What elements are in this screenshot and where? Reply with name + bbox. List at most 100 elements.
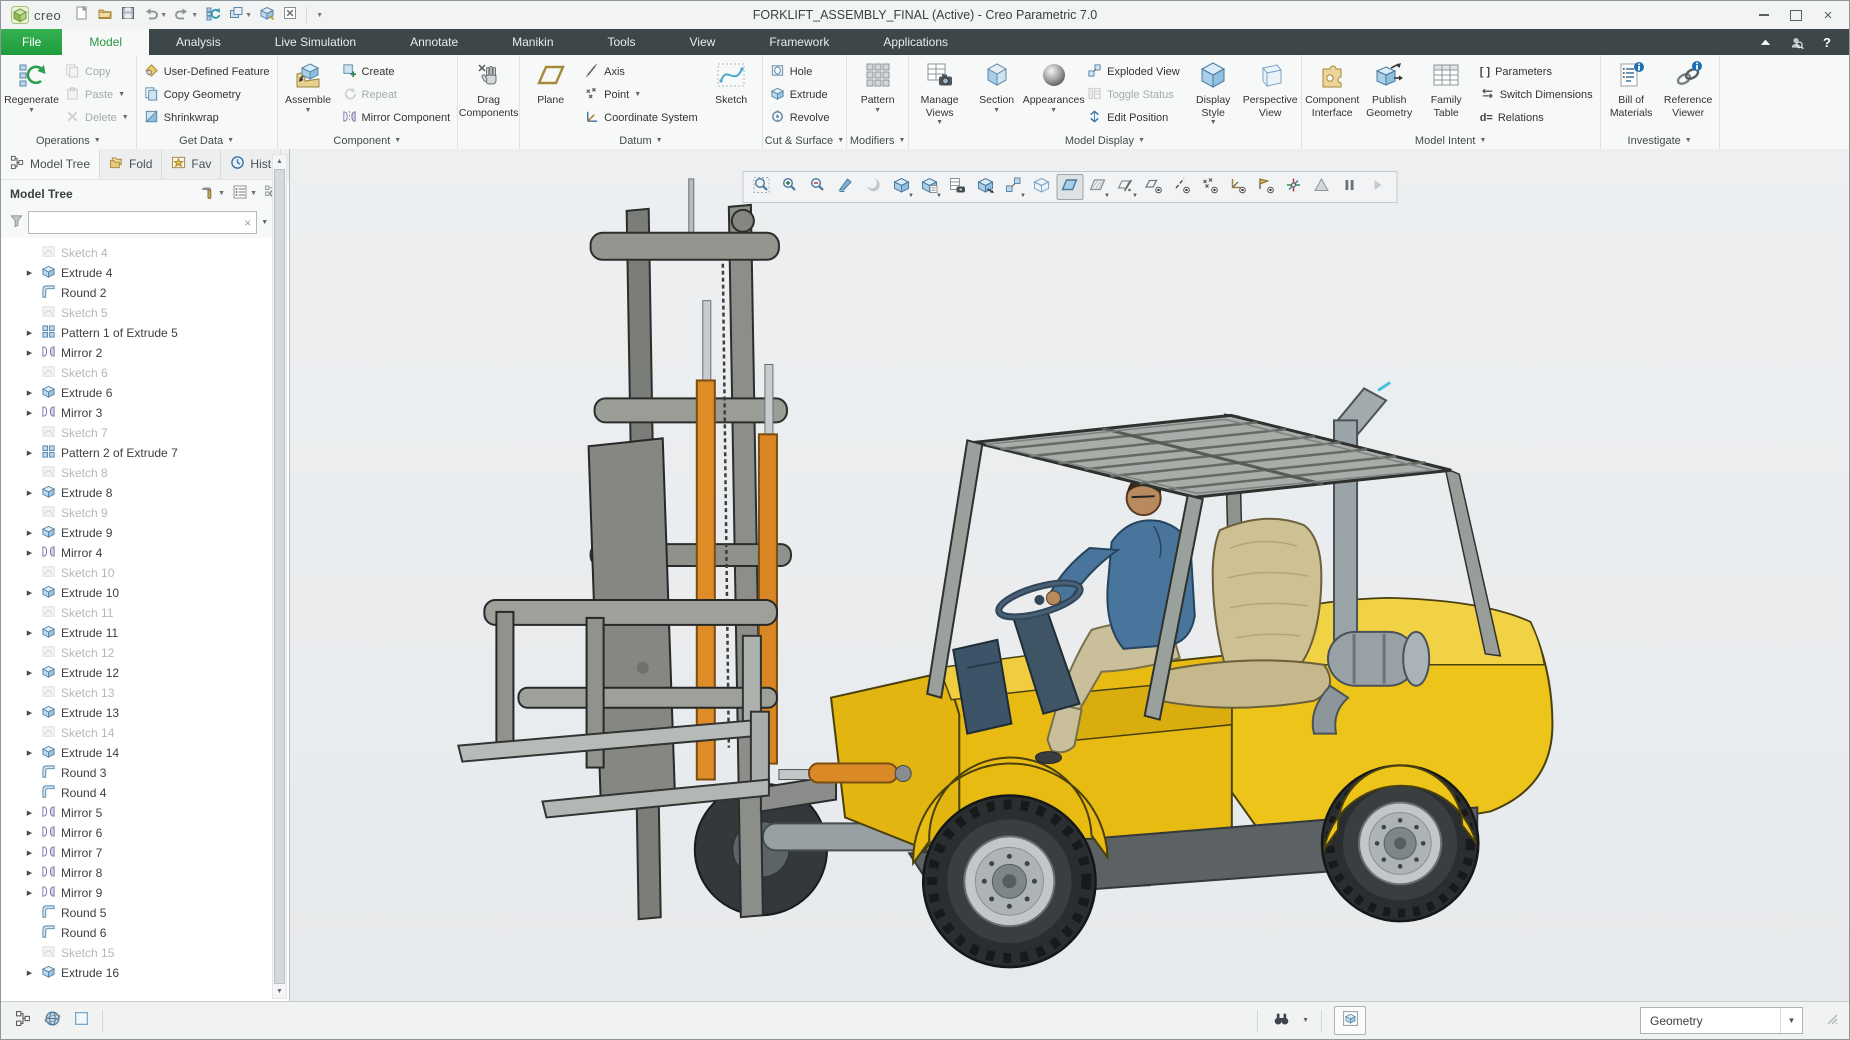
expand-arrow-icon[interactable]: ▶ — [23, 329, 36, 337]
close-button[interactable]: × — [1813, 4, 1843, 26]
ribbon-button-revolve[interactable]: Revolve — [766, 107, 834, 128]
ribbon-group-label[interactable]: Model Display▼ — [911, 132, 1299, 149]
dropdown-caret-icon[interactable]: ▼ — [191, 12, 198, 19]
view-normal-button[interactable] — [972, 174, 999, 200]
ribbon-button-assemble[interactable]: Assemble▼ — [280, 57, 337, 132]
tab-live-simulation[interactable]: Live Simulation — [248, 29, 383, 55]
ribbon-group-label[interactable]: Operations▼ — [3, 132, 134, 149]
expand-arrow-icon[interactable]: ▶ — [23, 849, 36, 857]
ribbon-button-manage-views[interactable]: Manage Views▼ — [911, 57, 968, 132]
tree-settings-button[interactable]: ▼ — [200, 184, 225, 203]
find-binoculars-button[interactable] — [1269, 1008, 1294, 1033]
dropdown-caret-icon[interactable]: ▼ — [936, 193, 942, 199]
dropdown-caret-icon[interactable]: ▼ — [1104, 193, 1110, 199]
tree-item-extrude-16[interactable]: ▶Extrude 16 — [1, 963, 289, 983]
dropdown-caret-icon[interactable]: ▼ — [936, 119, 943, 126]
tree-item-sketch-9[interactable]: Sketch 9 — [1, 503, 289, 523]
tree-item-extrude-13[interactable]: ▶Extrude 13 — [1, 703, 289, 723]
tab-model[interactable]: Model — [62, 29, 149, 55]
ribbon-group-label[interactable]: Datum▼ — [522, 132, 760, 149]
resize-grip[interactable] — [1824, 1011, 1839, 1031]
new-file-button[interactable] — [71, 4, 93, 26]
ribbon-button-user-defined-feature[interactable]: User-Defined Feature — [140, 61, 274, 82]
expand-arrow-icon[interactable]: ▶ — [23, 349, 36, 357]
filter-clear-icon[interactable]: × — [244, 216, 251, 230]
tree-item-extrude-12[interactable]: ▶Extrude 12 — [1, 663, 289, 683]
expand-arrow-icon[interactable]: ▶ — [23, 389, 36, 397]
ribbon-button-drag-components[interactable]: Drag Components — [460, 57, 517, 132]
view-manager-button[interactable] — [944, 174, 971, 200]
saved-orientations-button[interactable]: ▼ — [916, 174, 943, 200]
front-wheel[interactable] — [923, 795, 1095, 967]
tree-scrollbar[interactable]: ▲ ▼ — [272, 154, 287, 999]
expand-arrow-icon[interactable]: ▶ — [23, 489, 36, 497]
dropdown-caret-icon[interactable]: ▼ — [218, 190, 225, 197]
close-window-button[interactable] — [279, 4, 301, 26]
ribbon-button-extrude[interactable]: Extrude — [766, 84, 834, 105]
axis-display-button[interactable] — [1168, 174, 1195, 200]
expand-arrow-icon[interactable]: ▶ — [23, 449, 36, 457]
regenerate-quick-button[interactable] — [202, 4, 224, 26]
open-file-button[interactable] — [94, 4, 116, 26]
group-caret-icon[interactable]: ▼ — [227, 137, 234, 144]
tree-item-sketch-13[interactable]: Sketch 13 — [1, 683, 289, 703]
plane-display-button[interactable] — [1140, 174, 1167, 200]
dropdown-caret-icon[interactable]: ▼ — [908, 193, 914, 199]
tab-file[interactable]: File — [1, 29, 62, 55]
tree-item-sketch-12[interactable]: Sketch 12 — [1, 643, 289, 663]
dropdown-caret-icon[interactable]: ▼ — [1020, 193, 1026, 199]
tree-item-round-3[interactable]: Round 3 — [1, 763, 289, 783]
expand-arrow-icon[interactable]: ▶ — [23, 589, 36, 597]
dropdown-caret-icon[interactable]: ▼ — [874, 107, 881, 114]
tree-item-sketch-15[interactable]: Sketch 15 — [1, 943, 289, 963]
group-caret-icon[interactable]: ▼ — [1138, 137, 1145, 144]
dropdown-caret-icon[interactable]: ▼ — [993, 107, 1000, 114]
zoom-out-button[interactable] — [804, 174, 831, 200]
ribbon-button-edit-position[interactable]: Edit Position — [1083, 107, 1184, 128]
tree-item-mirror-2[interactable]: ▶Mirror 2 — [1, 343, 289, 363]
expand-arrow-icon[interactable]: ▶ — [23, 549, 36, 557]
tree-item-extrude-14[interactable]: ▶Extrude 14 — [1, 743, 289, 763]
tree-item-sketch-8[interactable]: Sketch 8 — [1, 463, 289, 483]
ribbon-group-label[interactable]: Cut & Surface▼ — [765, 132, 844, 149]
model-tree-toggle-button[interactable] — [11, 1008, 36, 1033]
ribbon-button-sketch[interactable]: Sketch — [703, 57, 760, 132]
tree-item-round-6[interactable]: Round 6 — [1, 923, 289, 943]
expand-arrow-icon[interactable]: ▶ — [23, 669, 36, 677]
save-button[interactable] — [117, 4, 139, 26]
group-caret-icon[interactable]: ▼ — [898, 137, 905, 144]
collapse-ribbon-icon[interactable] — [1756, 33, 1774, 51]
shading-with-edges-button[interactable] — [1056, 174, 1083, 200]
transparent-view-button[interactable] — [1028, 174, 1055, 200]
rear-wheel[interactable] — [1322, 766, 1478, 922]
tree-item-mirror-3[interactable]: ▶Mirror 3 — [1, 403, 289, 423]
spin-center-button[interactable] — [1280, 174, 1307, 200]
expand-arrow-icon[interactable]: ▶ — [23, 829, 36, 837]
ribbon-button-regenerate[interactable]: Regenerate▼ — [3, 57, 60, 132]
group-caret-icon[interactable]: ▼ — [656, 137, 663, 144]
ribbon-button-exploded-view[interactable]: Exploded View — [1083, 61, 1184, 82]
expand-arrow-icon[interactable]: ▶ — [23, 269, 36, 277]
ribbon-button-create[interactable]: Create — [338, 61, 455, 82]
filter-dropdown-caret[interactable]: ▼ — [261, 219, 268, 226]
expand-arrow-icon[interactable]: ▶ — [23, 809, 36, 817]
tree-item-round-2[interactable]: Round 2 — [1, 283, 289, 303]
ribbon-group-label[interactable]: Model Intent▼ — [1304, 132, 1598, 149]
resume-button[interactable] — [1364, 174, 1391, 200]
maximize-button[interactable] — [1781, 4, 1811, 26]
ribbon-button-display-style[interactable]: Display Style▼ — [1185, 57, 1242, 132]
tab-framework[interactable]: Framework — [742, 29, 856, 55]
redo-button[interactable]: ▼ — [171, 4, 201, 26]
steering-wheel[interactable] — [995, 576, 1083, 624]
tree-item-mirror-5[interactable]: ▶Mirror 5 — [1, 803, 289, 823]
tab-annotate[interactable]: Annotate — [383, 29, 485, 55]
tree-item-extrude-9[interactable]: ▶Extrude 9 — [1, 523, 289, 543]
group-caret-icon[interactable]: ▼ — [837, 137, 844, 144]
selection-filter-select[interactable]: Geometry ▼ — [1640, 1007, 1803, 1034]
expand-arrow-icon[interactable]: ▶ — [23, 409, 36, 417]
customize-toolbar-button[interactable]: ▼ — [312, 4, 326, 26]
web-browser-button[interactable] — [40, 1008, 65, 1033]
tab-analysis[interactable]: Analysis — [149, 29, 248, 55]
tree-item-round-5[interactable]: Round 5 — [1, 903, 289, 923]
ribbon-group-label[interactable]: Component▼ — [280, 132, 456, 149]
